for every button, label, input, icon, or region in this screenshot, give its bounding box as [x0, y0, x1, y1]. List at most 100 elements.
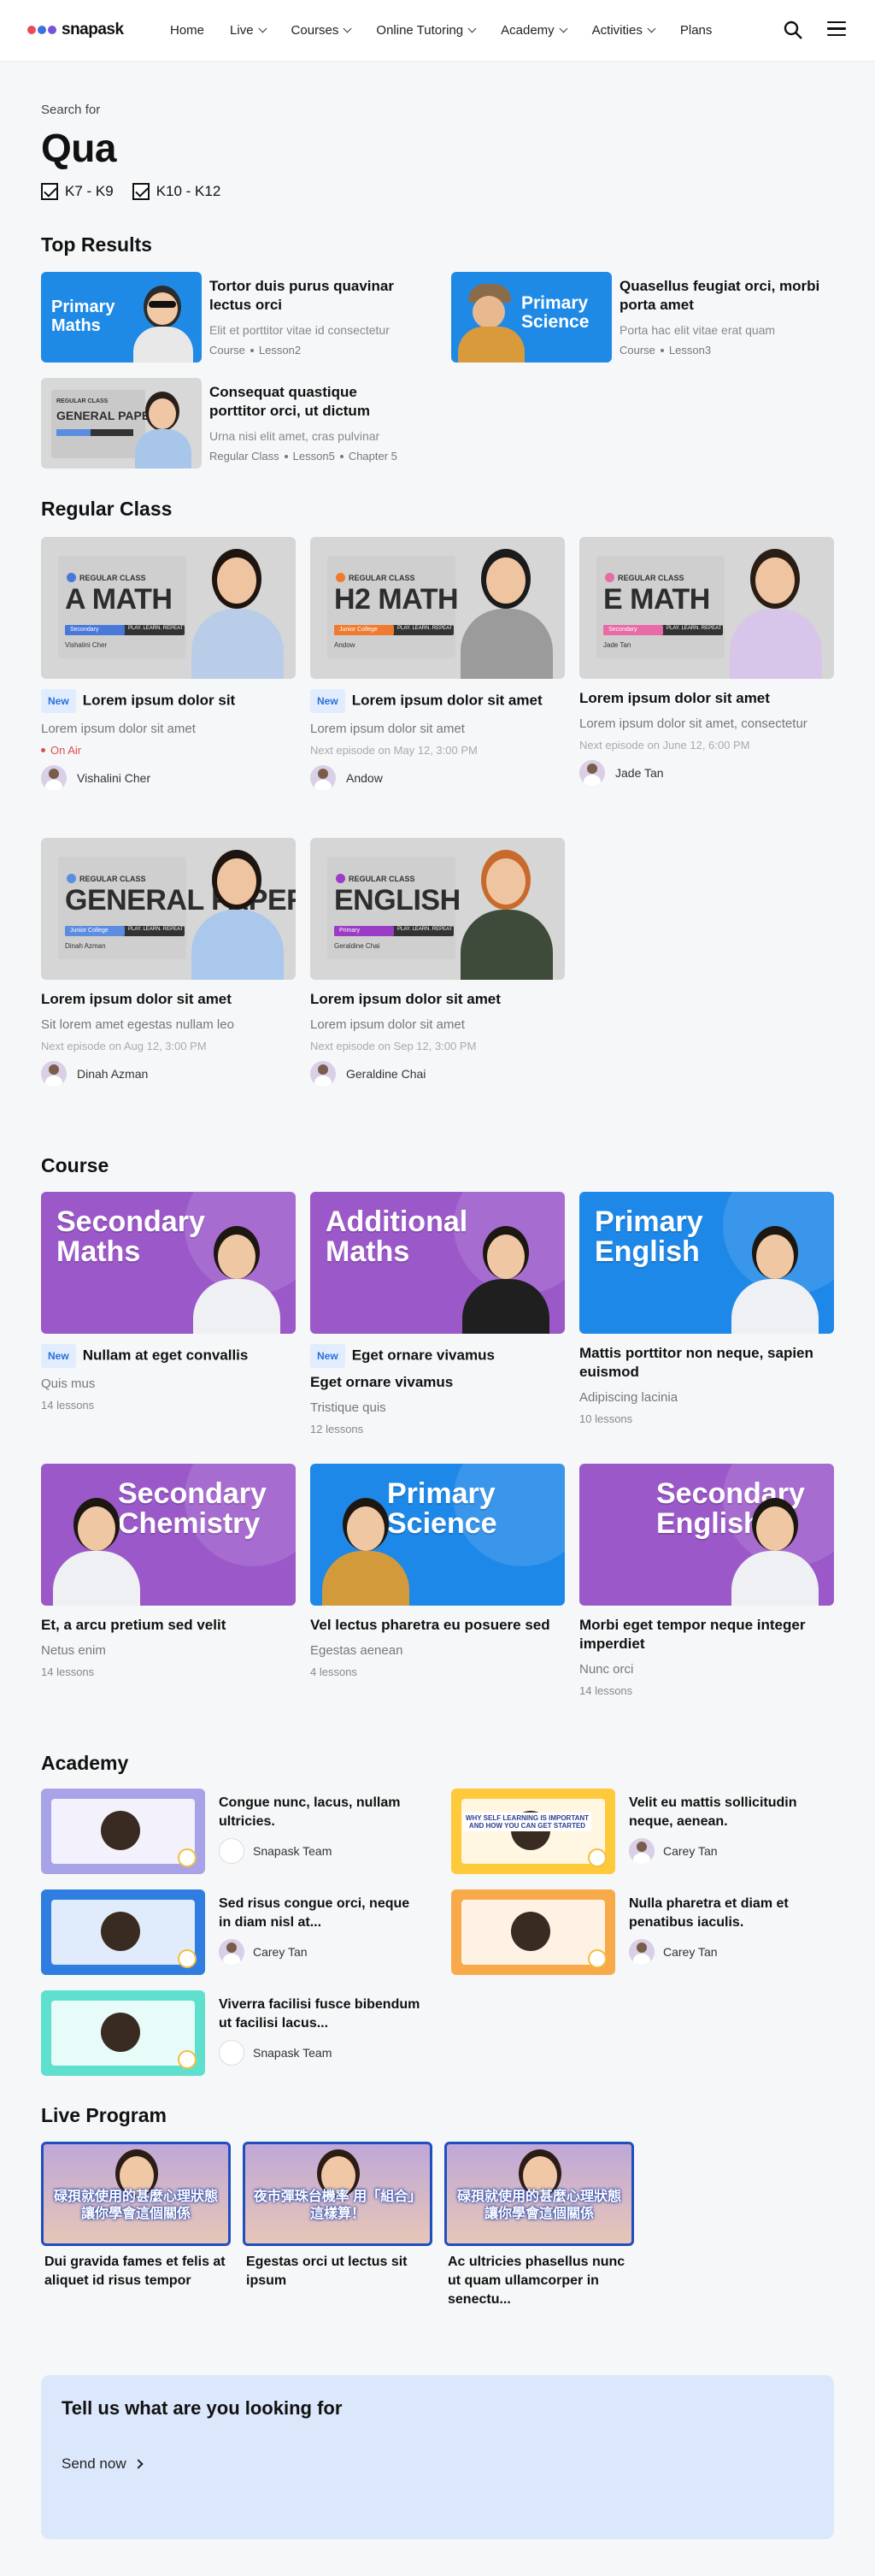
course-thumbnail[interactable]: Primary English	[579, 1192, 834, 1334]
snapask-seal-icon	[588, 1949, 607, 1968]
level-filters: K7 - K9 K10 - K12	[41, 183, 220, 200]
article-title[interactable]: Congue nunc, lacus, nullam ultricies.	[219, 1794, 424, 1831]
nav-item-activities[interactable]: Activities	[592, 23, 656, 38]
play-icon	[605, 573, 614, 582]
nav-item-courses[interactable]: Courses	[291, 23, 352, 38]
course-card[interactable]: Secondary Maths New Nullam at eget conval…	[41, 1192, 296, 1412]
class-thumbnail[interactable]: REGULAR CLASS ENGLISH Primary PLAY. LEAR…	[310, 838, 565, 980]
teacher-photo	[455, 544, 558, 679]
course-title: Et, a arcu pretium sed velit	[41, 1617, 226, 1633]
avatar	[219, 1939, 244, 1965]
top-result-thumbnail[interactable]: REGULAR CLASS GENERAL PAPER	[41, 378, 202, 469]
course-thumbnail[interactable]: Secondary Maths	[41, 1192, 296, 1334]
avatar	[41, 1061, 67, 1087]
article-thumbnail[interactable]: WHY SELF LEARNING IS IMPORTANT AND HOW Y…	[451, 1789, 615, 1874]
article-thumbnail[interactable]	[41, 1789, 205, 1874]
course-thumbnail[interactable]: Additional Maths	[310, 1192, 565, 1334]
article-author: Snapask Team	[219, 2040, 332, 2066]
snapask-seal-icon	[178, 1949, 197, 1968]
top-result-desc: Porta hac elit vitae erat quam	[620, 323, 776, 337]
top-result-title[interactable]: Quasellus feugiat orci, morbi porta amet	[620, 277, 833, 315]
request-banner: Tell us what are you looking for Send no…	[41, 2375, 834, 2539]
regular-class-card[interactable]: REGULAR CLASS GENERAL PAPER Junior Colle…	[41, 838, 296, 1087]
course-thumbnail[interactable]: Secondary English	[579, 1464, 834, 1606]
live-program-thumbnail[interactable]: 碌孭就使用的甚麼心理狀態 讓你學會這個關係	[41, 2142, 231, 2246]
chevron-right-icon	[132, 2459, 144, 2469]
search-label: Search for	[41, 103, 101, 117]
avatar	[579, 760, 605, 786]
nav-item-online-tutoring[interactable]: Online Tutoring	[376, 23, 477, 38]
next-episode: Next episode on Sep 12, 3:00 PM	[310, 1040, 477, 1052]
checkbox-checked-icon[interactable]	[132, 183, 150, 200]
nav-item-home[interactable]: Home	[170, 23, 204, 38]
top-result-title[interactable]: Consequat quastique porttitor orci, ut d…	[209, 383, 406, 421]
live-program-thumbnail[interactable]: 碌孭就使用的甚麼心理狀態 讓你學會這個關係	[444, 2142, 634, 2246]
article-title[interactable]: Viverra facilisi fusce bibendum ut facil…	[219, 1995, 424, 2033]
teacher-photo	[319, 1494, 413, 1606]
class-desc: Lorem ipsum dolor sit amet	[41, 722, 196, 736]
live-program-title[interactable]: Egestas orci ut lectus sit ipsum	[246, 2253, 430, 2290]
nav-item-plans[interactable]: Plans	[680, 23, 713, 38]
course-card[interactable]: Additional Maths New Eget ornare vivamus …	[310, 1192, 565, 1435]
regular-class-card[interactable]: REGULAR CLASS E MATH Secondary PLAY. LEA…	[579, 537, 834, 786]
snapask-seal-icon	[178, 1848, 197, 1867]
live-program-title[interactable]: Dui gravida fames et felis at aliquet id…	[44, 2253, 228, 2290]
regular-class-card[interactable]: REGULAR CLASS A MATH Secondary PLAY. LEA…	[41, 537, 296, 791]
send-now-button[interactable]: Send now	[62, 2455, 144, 2473]
chevron-down-icon	[467, 24, 477, 33]
live-program-heading: Live Program	[41, 2104, 167, 2126]
course-thumbnail[interactable]: Secondary Chemistry	[41, 1464, 296, 1606]
course-desc: Tristique quis	[310, 1400, 386, 1415]
lesson-count: 12 lessons	[310, 1423, 364, 1435]
nav-item-academy[interactable]: Academy	[501, 23, 568, 38]
teacher-info: Vishalini Cher	[41, 765, 296, 791]
chevron-down-icon	[647, 24, 656, 33]
live-program-thumbnail[interactable]: 夜市彈珠台機率 用「組合」這樣算！	[243, 2142, 432, 2246]
class-desc: Lorem ipsum dolor sit amet	[310, 722, 465, 736]
article-title[interactable]: Nulla pharetra et diam et penatibus iacu…	[629, 1895, 834, 1932]
snapask-logo[interactable]: snapask	[27, 21, 124, 39]
filter-k7-k9[interactable]: K7 - K9	[41, 183, 114, 200]
top-result-title[interactable]: Tortor duis purus quavinar lectus orci	[209, 277, 406, 315]
course-card[interactable]: Primary Science Vel lectus pharetra eu p…	[310, 1464, 565, 1678]
filter-k10-k12[interactable]: K10 - K12	[132, 183, 220, 200]
top-result-thumbnail[interactable]: Primary Maths	[41, 272, 202, 363]
nav-item-live[interactable]: Live	[230, 23, 267, 38]
regular-class-card[interactable]: REGULAR CLASS H2 MATH Junior College PLA…	[310, 537, 565, 791]
teacher-info: Dinah Azman	[41, 1061, 296, 1087]
article-thumbnail[interactable]	[41, 1990, 205, 2076]
article-title[interactable]: Velit eu mattis sollicitudin neque, aene…	[629, 1794, 834, 1831]
teacher-photo	[186, 845, 289, 980]
chevron-down-icon	[343, 24, 352, 33]
class-subject: E MATH	[603, 583, 710, 616]
top-result-desc: Urna nisi elit amet, cras pulvinar	[209, 429, 380, 443]
live-program-title[interactable]: Ac ultricies phasellus nunc ut quam ulla…	[448, 2253, 631, 2309]
article-thumbnail[interactable]	[41, 1889, 205, 1975]
article-title[interactable]: Sed risus congue orci, neque in diam nis…	[219, 1895, 424, 1932]
teacher-info: Andow	[310, 765, 565, 791]
live-dot-icon	[41, 748, 45, 752]
hamburger-menu-icon[interactable]	[827, 21, 846, 38]
course-card[interactable]: Secondary English Morbi eget tempor nequ…	[579, 1464, 834, 1697]
avatar	[629, 1838, 655, 1864]
next-episode: Next episode on June 12, 6:00 PM	[579, 739, 750, 752]
course-thumbnail[interactable]: Primary Science	[310, 1464, 565, 1606]
class-title: Lorem ipsum dolor sit amet	[310, 991, 501, 1007]
course-card[interactable]: Primary English Mattis porttitor non neq…	[579, 1192, 834, 1425]
class-thumbnail[interactable]: REGULAR CLASS E MATH Secondary PLAY. LEA…	[579, 537, 834, 679]
top-results-heading: Top Results	[41, 233, 152, 256]
class-thumbnail[interactable]: REGULAR CLASS H2 MATH Junior College PLA…	[310, 537, 565, 679]
new-badge: New	[41, 1344, 76, 1368]
article-thumbnail[interactable]	[451, 1889, 615, 1975]
new-badge: New	[310, 689, 345, 713]
class-thumbnail[interactable]: REGULAR CLASS A MATH Secondary PLAY. LEA…	[41, 537, 296, 679]
course-card[interactable]: Secondary Chemistry Et, a arcu pretium s…	[41, 1464, 296, 1678]
top-navbar: snapask Home Live Courses Online Tutorin…	[0, 0, 875, 62]
checkbox-checked-icon[interactable]	[41, 183, 58, 200]
regular-class-card[interactable]: REGULAR CLASS ENGLISH Primary PLAY. LEAR…	[310, 838, 565, 1087]
avatar	[41, 765, 67, 791]
search-icon[interactable]	[783, 20, 803, 40]
course-heading: Course	[41, 1154, 109, 1176]
top-result-thumbnail[interactable]: Primary Science	[451, 272, 612, 363]
class-thumbnail[interactable]: REGULAR CLASS GENERAL PAPER Junior Colle…	[41, 838, 296, 980]
